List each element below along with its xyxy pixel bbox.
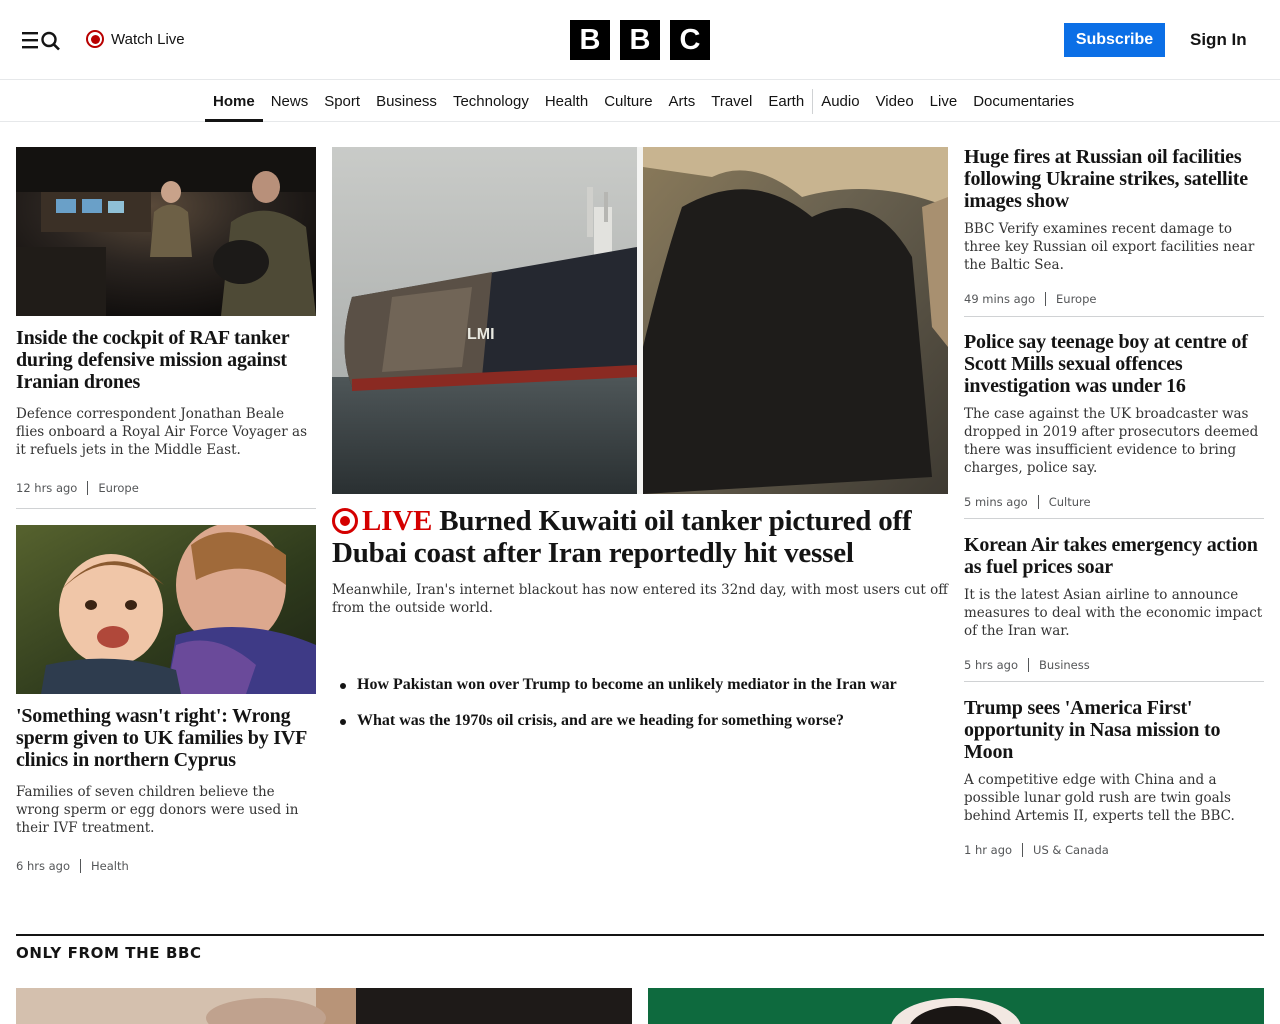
story-summary: BBC Verify examines recent damage to thr… bbox=[964, 221, 1255, 273]
subscribe-button[interactable]: Subscribe bbox=[1064, 23, 1165, 57]
story-meta: 49 mins ago Europe bbox=[964, 292, 1096, 306]
story-meta: 1 hr ago US & Canada bbox=[964, 843, 1109, 857]
nav-items: Home News Sport Business Technology Heal… bbox=[205, 81, 1082, 122]
nav-item-sport[interactable]: Sport bbox=[316, 81, 368, 122]
feature-image[interactable] bbox=[16, 988, 632, 1024]
story-summary: The case against the UK broadcaster was … bbox=[964, 406, 1259, 476]
watch-live-link[interactable]: Watch Live bbox=[86, 28, 185, 50]
nav-item-live[interactable]: Live bbox=[922, 81, 966, 122]
meta-divider bbox=[1037, 495, 1039, 509]
story-category[interactable]: Health bbox=[91, 859, 129, 873]
story-divider bbox=[16, 508, 316, 509]
story-divider bbox=[964, 316, 1264, 317]
story-category[interactable]: Europe bbox=[1056, 292, 1096, 306]
story-category[interactable]: Business bbox=[1039, 658, 1090, 672]
main-headline[interactable]: LIVE Burned Kuwaiti oil tanker pictured … bbox=[332, 505, 948, 569]
story-time: 1 hr ago bbox=[964, 843, 1013, 857]
meta-divider bbox=[80, 859, 82, 873]
section-title: ONLY FROM THE BBC bbox=[16, 944, 202, 962]
story-summary: Families of seven children believe the w… bbox=[16, 784, 299, 836]
logo-letter: B bbox=[620, 20, 660, 60]
baby-image[interactable] bbox=[16, 525, 316, 694]
nav-item-health[interactable]: Health bbox=[537, 81, 596, 122]
story-divider bbox=[964, 681, 1264, 682]
story-divider bbox=[964, 518, 1264, 519]
story-category[interactable]: Culture bbox=[1049, 495, 1091, 509]
nav-item-home[interactable]: Home bbox=[205, 81, 263, 122]
meta-divider bbox=[1028, 658, 1030, 672]
logo-letter: C bbox=[670, 20, 710, 60]
nav-item-documentaries[interactable]: Documentaries bbox=[965, 81, 1082, 122]
bbc-logo[interactable]: B B C bbox=[570, 20, 710, 60]
story-headline[interactable]: Korean Air takes emergency action as fue… bbox=[964, 534, 1264, 578]
story-summary: A competitive edge with China and a poss… bbox=[964, 772, 1235, 824]
story-summary: Defence correspondent Jonathan Beale fli… bbox=[16, 406, 308, 458]
tanker-image[interactable]: LMI bbox=[332, 147, 948, 494]
live-icon bbox=[332, 508, 358, 534]
meta-divider bbox=[1045, 292, 1047, 306]
story-time: 6 hrs ago bbox=[16, 859, 71, 873]
main-nav: Home News Sport Business Technology Heal… bbox=[0, 81, 1280, 122]
site-header: Watch Live B B C Subscribe Sign In bbox=[0, 0, 1280, 80]
related-link[interactable]: How Pakistan won over Trump to become an… bbox=[332, 674, 948, 710]
nav-item-audio[interactable]: Audio bbox=[813, 81, 867, 122]
story-headline[interactable]: Inside the cockpit of RAF tanker during … bbox=[16, 327, 316, 393]
section-rule bbox=[16, 934, 1264, 936]
story-headline[interactable]: Police say teenage boy at centre of Scot… bbox=[964, 331, 1264, 397]
story-meta: 12 hrs ago Europe bbox=[16, 481, 139, 495]
sign-in-link[interactable]: Sign In bbox=[1190, 28, 1247, 52]
story-meta: 5 hrs ago Business bbox=[964, 658, 1090, 672]
story-meta: 6 hrs ago Health bbox=[16, 859, 129, 873]
related-links: How Pakistan won over Trump to become an… bbox=[332, 674, 948, 746]
story-time: 12 hrs ago bbox=[16, 481, 78, 495]
watch-live-label: Watch Live bbox=[111, 30, 185, 48]
related-link[interactable]: What was the 1970s oil crisis, and are w… bbox=[332, 710, 948, 746]
nav-item-arts[interactable]: Arts bbox=[661, 81, 704, 122]
cockpit-image[interactable] bbox=[16, 147, 316, 316]
story-headline[interactable]: 'Something wasn't right': Wrong sperm gi… bbox=[16, 705, 316, 771]
story-headline[interactable]: Huge fires at Russian oil facilities fol… bbox=[964, 146, 1264, 212]
story-summary: It is the latest Asian airline to announ… bbox=[964, 587, 1263, 639]
feature-image[interactable] bbox=[648, 988, 1264, 1024]
menu-icon bbox=[22, 31, 60, 51]
meta-divider bbox=[87, 481, 89, 495]
menu-search-button[interactable] bbox=[20, 28, 62, 52]
story-category[interactable]: Europe bbox=[98, 481, 138, 495]
nav-item-business[interactable]: Business bbox=[368, 81, 445, 122]
main-summary: Meanwhile, Iran's internet blackout has … bbox=[332, 582, 948, 616]
nav-item-news[interactable]: News bbox=[263, 81, 317, 122]
nav-item-video[interactable]: Video bbox=[868, 81, 922, 122]
ship-text: LMI bbox=[467, 326, 495, 343]
nav-item-technology[interactable]: Technology bbox=[445, 81, 537, 122]
meta-divider bbox=[1022, 843, 1024, 857]
nav-item-travel[interactable]: Travel bbox=[703, 81, 760, 122]
story-headline[interactable]: Trump sees 'America First' opportunity i… bbox=[964, 697, 1264, 763]
story-time: 5 hrs ago bbox=[964, 658, 1019, 672]
story-time: 49 mins ago bbox=[964, 292, 1036, 306]
nav-item-earth[interactable]: Earth bbox=[760, 81, 812, 122]
story-time: 5 mins ago bbox=[964, 495, 1028, 509]
story-meta: 5 mins ago Culture bbox=[964, 495, 1091, 509]
nav-item-culture[interactable]: Culture bbox=[596, 81, 660, 122]
logo-letter: B bbox=[570, 20, 610, 60]
live-icon bbox=[86, 30, 104, 48]
story-category[interactable]: US & Canada bbox=[1033, 843, 1109, 857]
live-label: LIVE bbox=[362, 505, 433, 537]
